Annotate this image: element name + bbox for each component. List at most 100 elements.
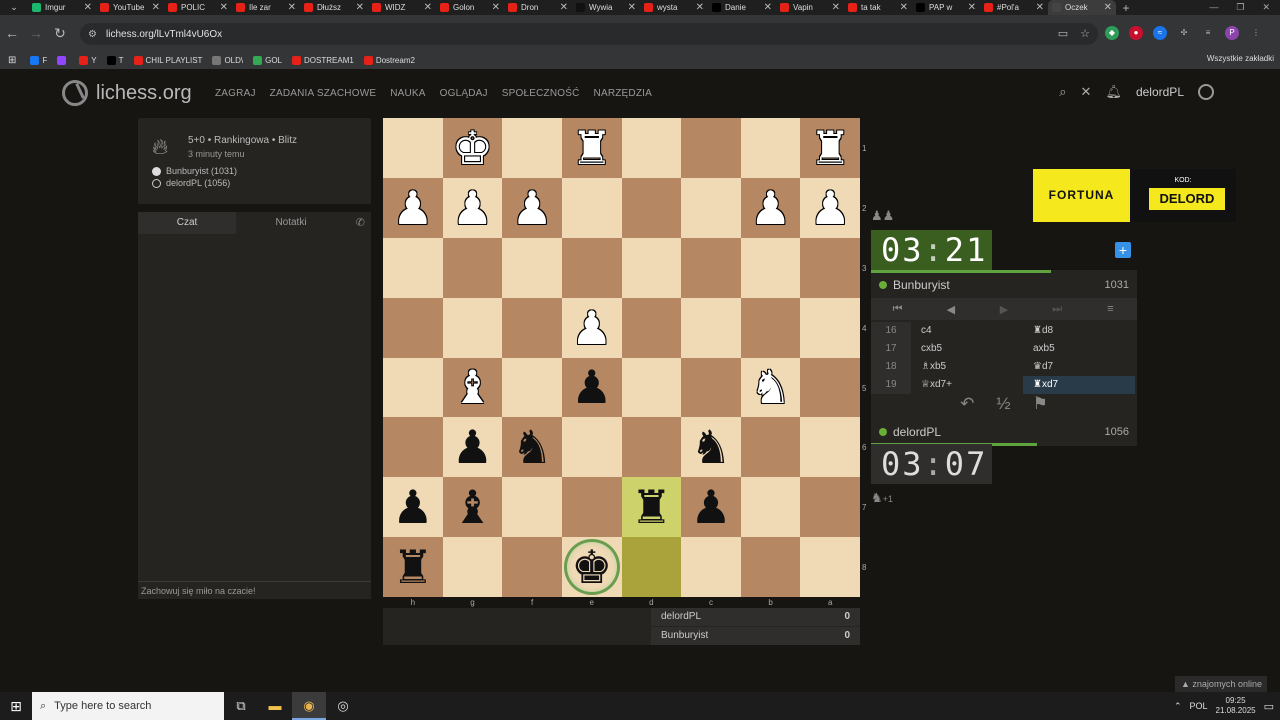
tab-close-icon[interactable]: ✕ [628,2,636,13]
cast-icon[interactable]: ▭ [1058,27,1068,40]
bookmark-item[interactable]: Y [79,55,97,65]
move-black[interactable]: ♜xd7 [1023,376,1135,394]
square-e1[interactable]: ♜ [561,118,622,178]
square-e6[interactable] [561,417,622,478]
browser-tab[interactable]: #Pol'a ✕ [980,0,1048,15]
black-bishop-icon[interactable]: ♝ [452,484,493,530]
square-g4[interactable] [442,297,503,358]
nav-item[interactable]: OGLĄDAJ [440,88,488,99]
media-icon[interactable]: ≡ [1201,26,1215,40]
black-pawn-icon[interactable]: ♟ [571,364,612,410]
tab-close-icon[interactable]: ✕ [424,2,432,13]
square-f3[interactable] [502,237,562,298]
tab-close-icon[interactable]: ✕ [900,2,908,13]
search-icon[interactable]: ⌕ [1059,84,1066,100]
restore-icon[interactable]: ❐ [1236,2,1244,13]
square-c3[interactable] [681,237,741,298]
square-d7[interactable]: ♜ [621,477,682,538]
black-pawn-icon[interactable]: ♟ [392,484,433,530]
square-d2[interactable] [621,177,682,238]
browser-tab[interactable]: PAP w ✕ [912,0,980,15]
square-g8[interactable] [442,537,503,597]
prev-move-icon[interactable]: ◀ [924,303,977,316]
username[interactable]: delordPL [1136,85,1184,99]
white-pawn-icon[interactable]: ♟ [810,185,851,231]
nav-item[interactable]: NARZĘDZIA [594,88,652,99]
square-f5[interactable] [502,357,562,418]
browser-tab[interactable]: POLIC ✕ [164,0,232,15]
black-king-icon[interactable]: ♚ [571,544,612,590]
white-rook-icon[interactable]: ♜ [810,125,851,171]
square-d6[interactable] [621,417,682,478]
white-pawn-icon[interactable]: ♟ [511,185,552,231]
swords-icon[interactable]: ✕ [1081,84,1092,100]
black-rook-icon[interactable]: ♜ [631,484,672,530]
menu-icon[interactable]: ≡ [1084,303,1137,315]
browser-tab[interactable]: Dłuższ ✕ [300,0,368,15]
close-window-icon[interactable]: ✕ [1262,2,1270,13]
square-h3[interactable] [383,237,443,298]
apps-icon[interactable]: ⊞ [8,55,16,66]
black-pawn-icon[interactable]: ♟ [690,484,731,530]
profile-avatar[interactable]: P [1225,26,1239,40]
browser-tab[interactable]: Imgur ✕ [28,0,96,15]
offer-draw-icon[interactable]: ½ [996,394,1010,416]
black-knight-icon[interactable]: ♞ [511,424,552,470]
tab-close-icon[interactable]: ✕ [356,2,364,13]
square-b7[interactable] [740,477,801,538]
address-bar[interactable]: ⚙ lichess.org/lLvTml4vU6Ox ▭ ☆ [80,23,1098,45]
nav-item[interactable]: SPOŁECZNOŚĆ [502,88,580,99]
tab-close-icon[interactable]: ✕ [84,2,92,13]
white-pawn-icon[interactable]: ♟ [571,305,612,351]
tab-close-icon[interactable]: ✕ [288,2,296,13]
back-icon[interactable]: ← [0,25,24,41]
square-d1[interactable] [621,118,682,178]
browser-tab[interactable]: Oczek ✕ [1048,0,1116,15]
square-h2[interactable]: ♟ [383,177,443,238]
move-white[interactable]: cxb5 [911,340,1023,358]
user-avatar[interactable] [1198,84,1214,100]
square-b1[interactable] [740,118,801,178]
square-c8[interactable] [681,537,741,597]
move-white[interactable]: c4 [911,322,1023,340]
white-player[interactable]: Bunburyist (1031) [152,166,237,176]
white-pawn-icon[interactable]: ♟ [452,185,493,231]
square-b2[interactable]: ♟ [740,177,801,238]
white-pawn-icon[interactable]: ♟ [750,185,791,231]
chrome-icon[interactable]: ◉ [292,692,326,720]
square-f6[interactable]: ♞ [502,417,562,478]
browser-tab[interactable]: Dron ✕ [504,0,572,15]
opponent-name[interactable]: Bunburyist [893,278,950,292]
windows-start-icon[interactable]: ⊞ [0,698,32,715]
task-view-icon[interactable]: ⧉ [224,692,258,720]
browser-tab[interactable]: wysta ✕ [640,0,708,15]
puzzle-icon[interactable]: ✣ [1177,26,1191,40]
move-black[interactable]: axb5 [1023,340,1135,358]
file-explorer-icon[interactable]: ▬ [258,692,292,720]
square-b8[interactable] [740,537,801,597]
square-b4[interactable] [740,297,801,358]
square-c1[interactable] [681,118,741,178]
bookmark-item[interactable]: GOL [253,55,282,65]
square-e2[interactable] [561,177,622,238]
square-h1[interactable] [383,118,443,178]
notifications-icon[interactable]: ▭ [1264,700,1274,713]
move-white[interactable]: ♗xb5 [911,358,1023,376]
chess-board[interactable]: ♚ ♜ ♜ ♟ ♟ ♟ ♟ ♟ ♟ ♝ ♟ ♞ ♟ ♞ ♞ ♟ ♝ ♜ ♟ ♜ ♚ [383,118,860,597]
square-d5[interactable] [621,357,682,418]
square-a7[interactable] [800,477,860,538]
square-g6[interactable]: ♟ [442,417,503,478]
square-a1[interactable]: ♜ [800,118,860,178]
site-info-icon[interactable]: ⚙ [88,29,106,40]
tab-close-icon[interactable]: ✕ [492,2,500,13]
white-bishop-icon[interactable]: ♝ [452,364,493,410]
system-clock[interactable]: 09:25 21.08.2025 [1216,696,1256,716]
square-h6[interactable] [383,417,443,478]
tab-search-icon[interactable]: ⌄ [0,0,28,15]
browser-tab[interactable]: ta tak ✕ [844,0,912,15]
last-move-icon[interactable]: ⏭ [1031,303,1084,316]
square-f4[interactable] [502,297,562,358]
square-g3[interactable] [442,237,503,298]
square-e5[interactable]: ♟ [561,357,622,418]
resign-flag-icon[interactable]: ⚑ [1033,394,1048,416]
